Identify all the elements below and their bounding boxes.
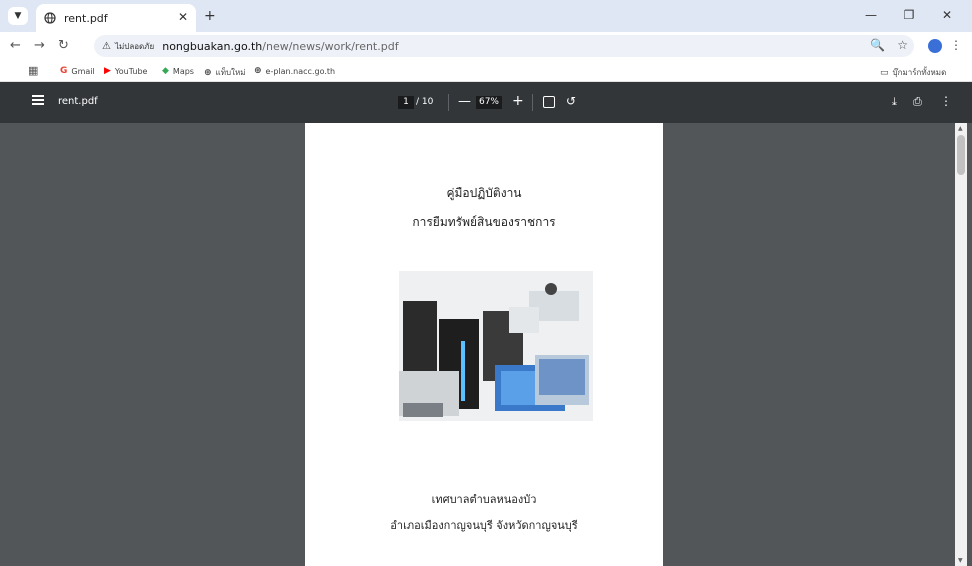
- maps-icon: ◆: [162, 66, 169, 76]
- browser-toolbar: ← → ↻ ⚠ ไม่ปลอดภัย nongbuakan.go.th/new/…: [0, 32, 972, 60]
- bookmark-label: Maps: [172, 66, 194, 76]
- pdf-toolbar: rent.pdf 1 / 10 — 67% + ↺ ⤓ ⎙ ⋮: [0, 82, 972, 123]
- profile-avatar[interactable]: [928, 39, 942, 53]
- scrollbar-thumb[interactable]: [957, 135, 965, 175]
- bookmark-label: แท็บใหม่: [215, 68, 246, 77]
- bookmark-maps[interactable]: ◆ Maps: [162, 66, 194, 76]
- zoom-indicator-icon[interactable]: 🔍: [870, 38, 885, 52]
- reload-icon[interactable]: ↻: [58, 38, 69, 53]
- bookmark-label: YouTube: [114, 66, 148, 76]
- zoom-out-icon[interactable]: —: [458, 94, 471, 109]
- warning-icon[interactable]: ⚠: [102, 41, 111, 52]
- organization-location: อำเภอเมืองกาญจนบุรี จังหวัดกาญจนบุรี: [390, 519, 578, 532]
- forward-icon[interactable]: →: [34, 38, 45, 53]
- menu-icon[interactable]: [32, 95, 44, 105]
- fit-page-icon[interactable]: [543, 96, 555, 108]
- bookmarks-bar: ▦ G Gmail ▶ YouTube ◆ Maps ⊕ แท็บใหม่ ⊕ …: [0, 60, 972, 82]
- divider: [448, 94, 449, 111]
- divider: [532, 94, 533, 111]
- window-controls: — ❐ ✕: [852, 8, 966, 22]
- page-number-input[interactable]: 1: [398, 96, 414, 109]
- tab-title: rent.pdf: [64, 11, 108, 25]
- pdf-viewer[interactable]: คู่มือปฏิบัติงาน การยืมทรัพย์สินของราชกา…: [0, 123, 972, 566]
- globe-icon: ⊕: [254, 66, 262, 76]
- pdf-title: rent.pdf: [58, 96, 98, 107]
- globe-icon: ⊕: [204, 67, 212, 78]
- organization-name: เทศบาลตำบลหนองบัว: [431, 493, 537, 506]
- new-tab-button[interactable]: +: [204, 8, 216, 24]
- tab-strip: ▼ rent.pdf ✕ + — ❐ ✕: [0, 0, 972, 32]
- print-icon[interactable]: ⎙: [913, 95, 922, 109]
- bookmark-label: e-plan.nacc.go.th: [265, 66, 336, 76]
- globe-icon: [44, 12, 56, 24]
- folder-icon: ▭: [880, 67, 889, 78]
- security-label[interactable]: ไม่ปลอดภัย: [115, 40, 154, 53]
- more-actions-icon[interactable]: ⋮: [940, 94, 952, 108]
- all-bookmarks-folder[interactable]: ▭ บุ๊กมาร์กทั้งหมด: [880, 66, 946, 79]
- restore-button[interactable]: ❐: [890, 8, 928, 22]
- document-title: คู่มือปฏิบัติงาน: [446, 186, 522, 200]
- tab-active[interactable]: rent.pdf ✕: [36, 4, 196, 32]
- office-equipment-image: [399, 271, 593, 421]
- page-total: / 10: [416, 97, 434, 107]
- address-bar[interactable]: ⚠ ไม่ปลอดภัย nongbuakan.go.th/new/news/w…: [94, 35, 914, 57]
- bookmark-star-icon[interactable]: ☆: [897, 38, 908, 52]
- download-icon[interactable]: ⤓: [892, 95, 897, 109]
- document-subtitle: การยืมทรัพย์สินของราชการ: [412, 215, 556, 229]
- bookmark-label: บุ๊กมาร์กทั้งหมด: [892, 68, 947, 77]
- zoom-in-icon[interactable]: +: [512, 93, 524, 109]
- bookmark-new-tab[interactable]: ⊕ แท็บใหม่: [204, 66, 246, 79]
- zoom-input[interactable]: 67%: [476, 96, 502, 109]
- browser-menu-icon[interactable]: ⋮: [950, 38, 962, 52]
- close-tab-icon[interactable]: ✕: [178, 10, 188, 24]
- bookmark-youtube[interactable]: ▶ YouTube: [104, 66, 147, 76]
- close-window-button[interactable]: ✕: [928, 8, 966, 22]
- youtube-icon: ▶: [104, 66, 111, 76]
- vertical-scrollbar[interactable]: ▲ ▼: [955, 123, 967, 566]
- scroll-up-icon[interactable]: ▲: [958, 125, 963, 132]
- gmail-icon: G: [60, 66, 68, 76]
- tab-search-button[interactable]: ▼: [8, 7, 28, 25]
- bookmark-label: Gmail: [71, 66, 95, 76]
- rotate-icon[interactable]: ↺: [566, 94, 576, 108]
- scroll-down-icon[interactable]: ▼: [958, 557, 963, 564]
- bookmark-eplan[interactable]: ⊕ e-plan.nacc.go.th: [254, 66, 335, 76]
- minimize-button[interactable]: —: [852, 8, 890, 22]
- url-host: nongbuakan.go.th: [162, 39, 263, 53]
- pdf-page: คู่มือปฏิบัติงาน การยืมทรัพย์สินของราชกา…: [305, 123, 663, 566]
- url-path: /new/news/work/rent.pdf: [262, 39, 399, 53]
- apps-icon[interactable]: ▦: [28, 64, 38, 77]
- back-icon[interactable]: ←: [10, 38, 21, 53]
- bookmark-gmail[interactable]: G Gmail: [60, 66, 95, 76]
